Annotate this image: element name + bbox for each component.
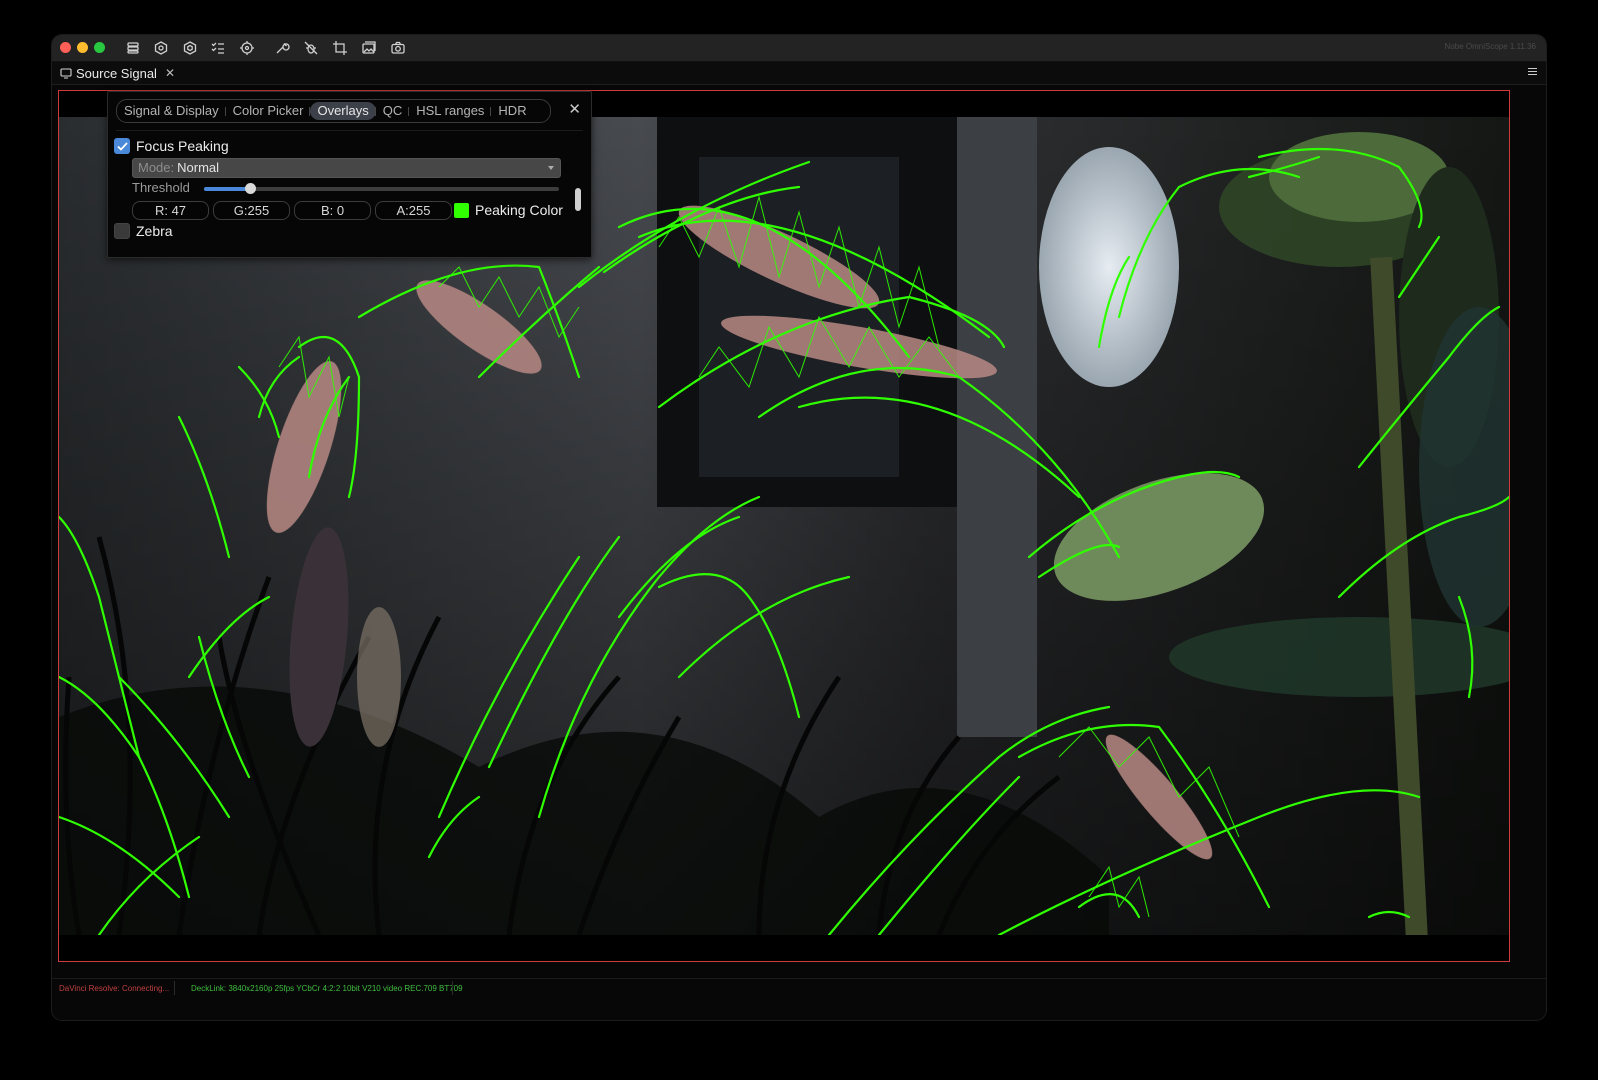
status-bar: DaVinci Resolve: Connecting... DeckLink:… xyxy=(52,978,1546,997)
bug-off-icon[interactable] xyxy=(303,40,319,56)
tab-color-picker[interactable]: Color Picker xyxy=(224,102,311,120)
panel-scrollbar[interactable] xyxy=(575,188,581,211)
zebra-toggle[interactable]: Zebra xyxy=(114,223,173,239)
zebra-label: Zebra xyxy=(136,223,173,239)
status-divider xyxy=(452,981,453,995)
target-icon[interactable] xyxy=(239,40,255,56)
peaking-color-swatch[interactable] xyxy=(454,203,469,218)
tab-qc[interactable]: QC xyxy=(374,102,410,120)
chevron-down-icon xyxy=(548,166,554,170)
tab-close-icon[interactable]: ✕ xyxy=(165,66,175,80)
camera-icon[interactable] xyxy=(390,40,406,56)
focus-peaking-toggle[interactable]: Focus Peaking xyxy=(114,138,229,154)
red-field[interactable]: R: 47 xyxy=(132,201,209,220)
divider xyxy=(116,130,583,131)
threshold-label: Threshold xyxy=(132,180,190,195)
minimize-window-button[interactable] xyxy=(77,42,88,53)
resolve-status: DaVinci Resolve: Connecting... xyxy=(59,984,170,993)
app-version: Nobe OmniScope 1.11.36 xyxy=(1444,42,1536,51)
tab-signal-display[interactable]: Signal & Display xyxy=(117,102,226,120)
threshold-slider[interactable] xyxy=(204,183,559,194)
status-divider xyxy=(174,981,175,995)
close-window-button[interactable] xyxy=(60,42,71,53)
peaking-rgba-fields: R: 47 G:255 B: 0 A:255 xyxy=(132,201,452,220)
hexagon-gear-icon[interactable] xyxy=(182,40,198,56)
threshold-slider-fill xyxy=(204,187,251,191)
tab-hsl-ranges[interactable]: HSL ranges xyxy=(408,102,491,120)
tab-hdr[interactable]: HDR xyxy=(490,102,533,120)
checklist-icon[interactable] xyxy=(210,40,226,56)
mode-value: Normal xyxy=(177,160,220,175)
threshold-slider-thumb[interactable] xyxy=(245,183,257,194)
mode-select[interactable]: Mode: Normal xyxy=(132,158,561,178)
layers-icon[interactable] xyxy=(125,40,141,56)
panel-tabs: Signal & Display Color Picker Overlays Q… xyxy=(116,99,551,123)
monitor-icon xyxy=(60,67,72,79)
peaking-color-label: Peaking Color xyxy=(475,202,563,218)
title-bar: Nobe OmniScope 1.11.36 xyxy=(52,35,1546,62)
crop-icon[interactable] xyxy=(332,40,348,56)
tab-source-signal[interactable]: Source Signal ✕ xyxy=(60,64,175,82)
checkbox-unchecked-icon[interactable] xyxy=(114,223,130,239)
menu-icon[interactable] xyxy=(1528,68,1537,77)
wrench-icon[interactable] xyxy=(274,40,290,56)
image-stack-icon[interactable] xyxy=(361,40,377,56)
green-field[interactable]: G:255 xyxy=(213,201,290,220)
tab-bar: Source Signal ✕ xyxy=(52,62,1546,85)
mode-label: Mode: xyxy=(138,160,175,175)
tab-label: Source Signal xyxy=(76,65,157,81)
checkbox-checked-icon[interactable] xyxy=(114,138,130,154)
hexagon-icon[interactable] xyxy=(153,40,169,56)
blue-field[interactable]: B: 0 xyxy=(294,201,371,220)
focus-peaking-label: Focus Peaking xyxy=(136,138,229,154)
panel-close-icon[interactable]: ✕ xyxy=(568,102,581,117)
alpha-field[interactable]: A:255 xyxy=(375,201,452,220)
decklink-status: DeckLink: 3840x2160p 25fps YCbCr 4:2:2 1… xyxy=(191,984,463,993)
overlay-settings-panel: Signal & Display Color Picker Overlays Q… xyxy=(107,91,592,258)
tab-overlays[interactable]: Overlays xyxy=(309,102,376,120)
zoom-window-button[interactable] xyxy=(94,42,105,53)
